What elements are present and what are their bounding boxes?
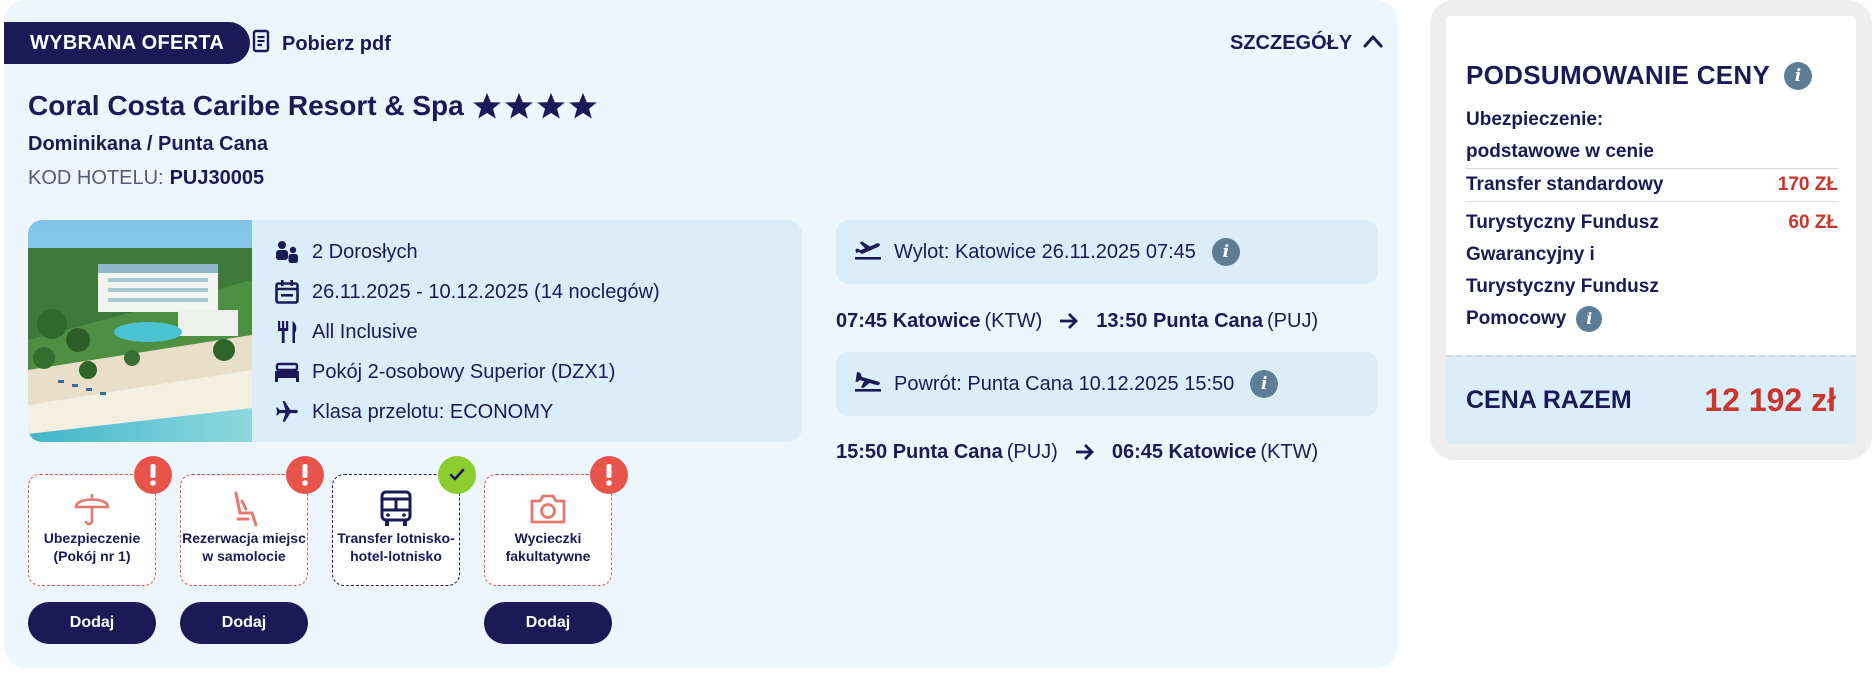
- return-label: Powrót: Punta Cana 10.12.2025 15:50: [894, 372, 1235, 395]
- extra-excursions[interactable]: Wycieczki fakultatywne: [484, 474, 612, 586]
- dates-row: 26.11.2025 - 10.12.2025 (14 noclegów): [274, 272, 660, 312]
- outbound-datetime: 26.11.2025 07:45: [1041, 240, 1196, 263]
- warning-icon: [590, 456, 628, 494]
- fund-info-icon[interactable]: i: [1576, 306, 1603, 332]
- extra-insurance-line2: (Pokój nr 1): [53, 548, 131, 564]
- star-icon: [504, 92, 533, 119]
- return-dep: 15:50 Punta Cana: [836, 440, 1003, 463]
- star-icon: [568, 92, 597, 119]
- outbound-flight-box: Wylot: Katowice 26.11.2025 07:45 i: [836, 220, 1378, 284]
- hotel-location: Dominikana / Punta Cana: [28, 133, 269, 155]
- seat-icon: [224, 489, 264, 533]
- total-label: CENA RAZEM: [1466, 386, 1632, 414]
- document-icon: [252, 29, 270, 59]
- price-summary-panel: PODSUMOWANIE CENY i Ubezpieczenie: podst…: [1430, 0, 1872, 460]
- total-price-row: CENA RAZEM 12 192 zł: [1446, 355, 1856, 444]
- check-icon: [438, 456, 476, 494]
- dates-text: 26.11.2025 - 10.12.2025 (14 noclegów): [312, 280, 660, 303]
- fund-line: Turystyczny Fundusz Gwarancyjny i Turyst…: [1466, 201, 1838, 335]
- fund-label: Turystyczny Fundusz Gwarancyjny i Turyst…: [1466, 207, 1659, 335]
- warning-icon: [134, 456, 172, 494]
- insurance-line: Ubezpieczenie:: [1466, 109, 1604, 130]
- flight-class-text: Klasa przelotu: ECONOMY: [312, 400, 554, 423]
- camera-icon: [528, 489, 568, 533]
- outbound-route: 07:45 Katowice (KTW) 13:50 Punta Cana (P…: [836, 306, 1334, 336]
- extra-insurance[interactable]: Ubezpieczenie (Pokój nr 1): [28, 474, 156, 586]
- price-info-icon[interactable]: i: [1784, 61, 1813, 90]
- travellers-text: 2 Dorosłych: [312, 240, 418, 263]
- extra-seat-line2: w samolocie: [202, 548, 286, 564]
- arrow-right-icon: [1074, 442, 1096, 462]
- bed-icon: [274, 359, 300, 385]
- offer-info-list: 2 Dorosłych 26.11.2025 - 10.12.2025 (14 …: [274, 232, 660, 432]
- hotel-title: Coral Costa Caribe Resort & Spa: [28, 86, 598, 126]
- bus-icon: [376, 489, 416, 533]
- return-arr: 06:45 Katowice: [1111, 440, 1257, 463]
- star-icon: [472, 92, 501, 119]
- star-icon: [536, 92, 565, 119]
- chevron-up-icon: [1362, 32, 1384, 55]
- add-insurance-button[interactable]: Dodaj: [28, 602, 156, 644]
- extra-transfer-line2: hotel-lotnisko: [350, 548, 442, 564]
- download-pdf-label: Pobierz pdf: [282, 32, 391, 55]
- flight-class-row: Klasa przelotu: ECONOMY: [274, 392, 660, 432]
- plane-icon: [274, 399, 300, 425]
- hotel-rating: [472, 91, 598, 121]
- board-text: All Inclusive: [312, 320, 418, 343]
- download-pdf-link[interactable]: Pobierz pdf: [252, 29, 391, 59]
- offer-info-box: 2 Dorosłych 26.11.2025 - 10.12.2025 (14 …: [28, 220, 802, 442]
- details-label: SZCZEGÓŁY: [1230, 31, 1353, 54]
- hotel-code: KOD HOTELU: PUJ30005: [28, 167, 264, 190]
- extra-excursions-line2: fakultatywne: [505, 548, 591, 564]
- return-arr-code: (KTW): [1260, 440, 1319, 463]
- arrow-right-icon: [1058, 311, 1080, 331]
- add-excursions-button[interactable]: Dodaj: [484, 602, 612, 644]
- takeoff-icon: [854, 237, 882, 267]
- return-dep-code: (PUJ): [1006, 440, 1058, 463]
- outbound-info-icon[interactable]: i: [1211, 238, 1240, 266]
- extra-transfer[interactable]: Transfer lotnisko- hotel-lotnisko: [332, 474, 460, 586]
- outbound-dep: 07:45 Katowice: [836, 309, 981, 332]
- landing-icon: [854, 369, 882, 399]
- umbrella-icon: [72, 489, 112, 533]
- transfer-amount: 170 ZŁ: [1777, 174, 1838, 195]
- transfer-line: Transfer standardowy 170 ZŁ: [1466, 168, 1838, 201]
- hotel-code-value: PUJ30005: [169, 167, 265, 189]
- warning-icon: [286, 456, 324, 494]
- return-info-icon[interactable]: i: [1250, 370, 1279, 398]
- hotel-photo[interactable]: [28, 220, 252, 442]
- price-summary-title: PODSUMOWANIE CENY i: [1466, 60, 1813, 91]
- fund-amount: 60 ZŁ: [1788, 212, 1838, 233]
- outbound-dep-code: (KTW): [984, 309, 1043, 332]
- outbound-arr-code: (PUJ): [1267, 309, 1319, 332]
- room-row: Pokój 2-osobowy Superior (DZX1): [274, 352, 660, 392]
- price-lines: Ubezpieczenie: podstawowe w cenie Transf…: [1466, 104, 1838, 335]
- outbound-arr: 13:50 Punta Cana: [1096, 309, 1264, 332]
- hotel-code-label: KOD HOTELU:: [28, 167, 164, 189]
- offer-panel: WYBRANA OFERTA Pobierz pdf SZCZEGÓŁY Cor…: [4, 0, 1398, 668]
- fork-knife-icon: [274, 319, 300, 345]
- room-text: Pokój 2-osobowy Superior (DZX1): [312, 360, 616, 383]
- board-row: All Inclusive: [274, 312, 660, 352]
- total-value: 12 192 zł: [1704, 382, 1836, 418]
- outbound-label: Wylot: Katowice 26.11.2025 07:45: [894, 240, 1196, 263]
- people-icon: [274, 239, 300, 265]
- return-datetime: 10.12.2025 15:50: [1078, 372, 1235, 395]
- extra-seat-reservation[interactable]: Rezerwacja miejsc w samolocie: [180, 474, 308, 586]
- hotel-name: Coral Costa Caribe Resort & Spa: [28, 90, 464, 121]
- return-flight-box: Powrót: Punta Cana 10.12.2025 15:50 i: [836, 352, 1378, 416]
- insurance-value-line: podstawowe w cenie: [1466, 141, 1654, 162]
- price-summary-card: PODSUMOWANIE CENY i Ubezpieczenie: podst…: [1446, 16, 1856, 444]
- return-route: 15:50 Punta Cana (PUJ) 06:45 Katowice (K…: [836, 437, 1334, 467]
- transfer-label: Transfer standardowy: [1466, 174, 1664, 195]
- travellers-row: 2 Dorosłych: [274, 232, 660, 272]
- calendar-icon: [274, 279, 300, 305]
- details-toggle[interactable]: SZCZEGÓŁY: [1230, 28, 1384, 58]
- selected-offer-badge: WYBRANA OFERTA: [4, 22, 251, 64]
- add-seat-button[interactable]: Dodaj: [180, 602, 308, 644]
